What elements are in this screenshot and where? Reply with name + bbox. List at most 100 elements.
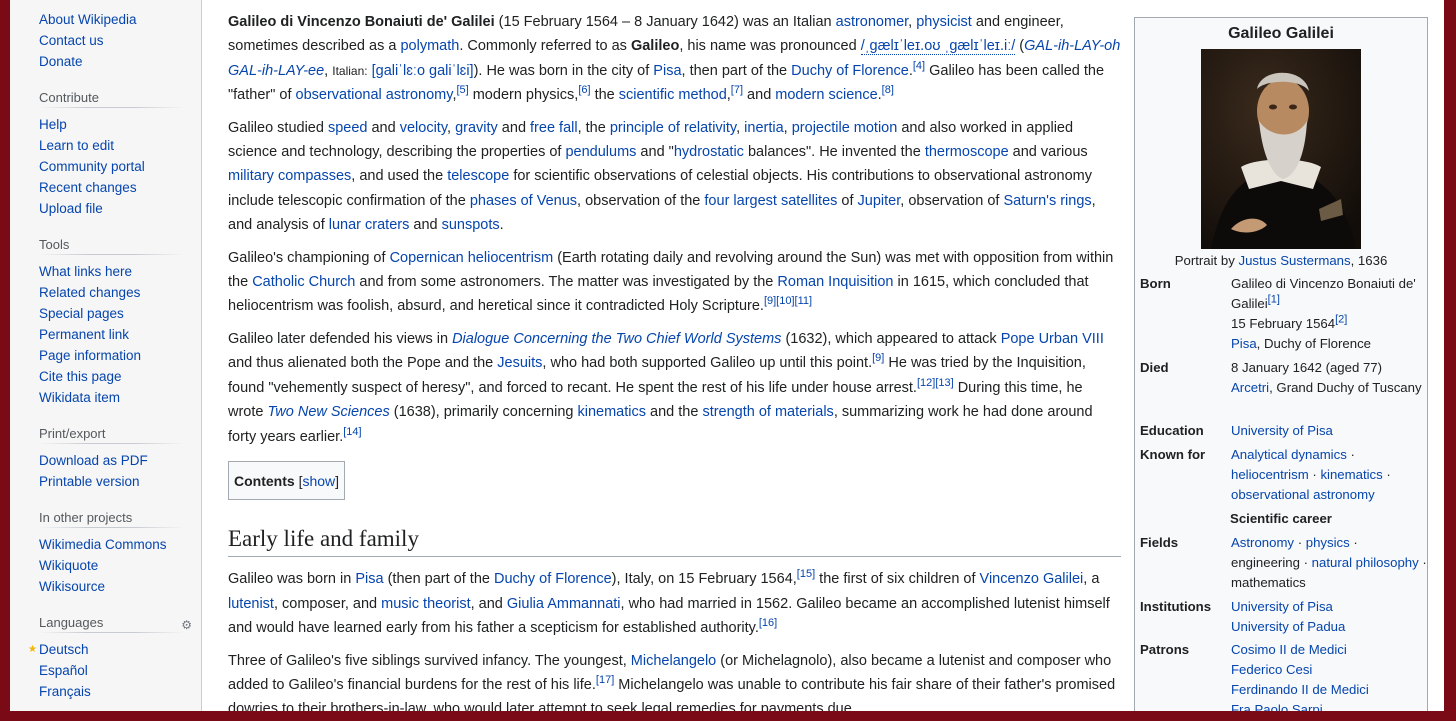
link-strength-of-materials[interactable]: strength of materials [702, 404, 833, 420]
link-physicist[interactable]: physicist [916, 14, 972, 30]
link-heliocentrism[interactable]: heliocentrism [1231, 467, 1309, 482]
link-phases-of-venus[interactable]: phases of Venus [470, 193, 577, 209]
link-pisa-2[interactable]: Pisa [355, 571, 383, 587]
ref-7[interactable]: [7] [731, 84, 743, 96]
link-principle-of-relativity[interactable]: principle of relativity [610, 120, 736, 136]
link-univ-padua[interactable]: University of Padua [1231, 619, 1345, 634]
link-gravity[interactable]: gravity [455, 120, 498, 136]
link-speed[interactable]: speed [328, 120, 368, 136]
link-analytical-dynamics[interactable]: Analytical dynamics [1231, 447, 1347, 462]
sidebar-link-download-pdf[interactable]: Download as PDF [10, 450, 200, 471]
link-copernican-heliocentrism[interactable]: Copernican heliocentrism [390, 250, 554, 266]
link-education-pisa[interactable]: University of Pisa [1231, 423, 1333, 438]
link-duchy-of-florence[interactable]: Duchy of Florence [791, 63, 909, 79]
link-four-largest-satellites[interactable]: four largest satellites [704, 193, 837, 209]
link-observational-astronomy-infobox[interactable]: observational astronomy [1231, 487, 1375, 502]
link-lutenist[interactable]: lutenist [228, 596, 274, 612]
link-arcetri[interactable]: Arcetri [1231, 380, 1269, 395]
link-astronomy[interactable]: Astronomy [1231, 535, 1294, 550]
toc-show-toggle[interactable]: show [302, 473, 335, 489]
link-velocity[interactable]: velocity [400, 120, 447, 136]
sidebar-link-lang-deutsch[interactable]: Deutsch [10, 639, 200, 660]
sidebar-link-wikiquote[interactable]: Wikiquote [10, 555, 200, 576]
link-born-pisa[interactable]: Pisa [1231, 336, 1257, 351]
sidebar-link-community-portal[interactable]: Community portal [10, 156, 200, 177]
link-federico-cesi[interactable]: Federico Cesi [1231, 662, 1312, 677]
sidebar-link-cite-this-page[interactable]: Cite this page [10, 366, 200, 387]
ref-5[interactable]: [5] [456, 84, 468, 96]
sidebar-link-upload-file[interactable]: Upload file [10, 198, 200, 219]
link-pisa[interactable]: Pisa [653, 63, 681, 79]
sidebar-link-wikidata-item[interactable]: Wikidata item [10, 387, 200, 408]
ref-14[interactable]: [14] [343, 426, 361, 438]
link-astronomer[interactable]: astronomer [836, 14, 909, 30]
link-inertia[interactable]: inertia [744, 120, 784, 136]
sidebar-link-wikimedia-commons[interactable]: Wikimedia Commons [10, 534, 200, 555]
link-military-compasses[interactable]: military compasses [228, 168, 351, 184]
gear-icon[interactable]: ⚙ [181, 615, 192, 635]
ref-2[interactable]: [2] [1335, 314, 1347, 326]
link-music-theorist[interactable]: music theorist [381, 596, 470, 612]
ref-15[interactable]: [15] [797, 568, 815, 580]
link-kinematics-infobox[interactable]: kinematics [1320, 467, 1382, 482]
sidebar-link-donate[interactable]: Donate [10, 51, 200, 72]
link-jupiter[interactable]: Jupiter [858, 193, 901, 209]
link-kinematics[interactable]: kinematics [578, 404, 647, 420]
ref-17[interactable]: [17] [596, 674, 614, 686]
link-free-fall[interactable]: free fall [530, 120, 578, 136]
link-natural-philosophy[interactable]: natural philosophy [1312, 555, 1419, 570]
link-lunar-craters[interactable]: lunar craters [329, 217, 410, 233]
ref-4[interactable]: [4] [913, 60, 925, 72]
sidebar-link-about[interactable]: About Wikipedia [10, 9, 200, 30]
link-observational-astronomy[interactable]: observational astronomy [296, 87, 453, 103]
ipa-pronunciation[interactable]: /ˌɡælɪˈleɪ.oʊ ˌɡælɪˈleɪ.iː/ [860, 38, 1016, 56]
link-two-new-sciences[interactable]: Two New Sciences [268, 404, 390, 420]
portrait-image[interactable] [1201, 49, 1361, 249]
sidebar-link-learn-to-edit[interactable]: Learn to edit [10, 135, 200, 156]
sidebar-link-lang-francais[interactable]: Français [10, 681, 200, 702]
link-modern-science[interactable]: modern science [775, 87, 877, 103]
link-hydrostatic[interactable]: hydrostatic [674, 144, 744, 160]
sidebar-link-page-information[interactable]: Page information [10, 345, 200, 366]
ref-16[interactable]: [16] [759, 617, 777, 629]
ref-1[interactable]: [1] [1268, 294, 1280, 306]
sidebar-link-what-links-here[interactable]: What links here [10, 261, 200, 282]
link-roman-inquisition[interactable]: Roman Inquisition [777, 274, 893, 290]
refs-12-13[interactable]: [12][13] [917, 377, 954, 389]
ref-8[interactable]: [8] [882, 84, 894, 96]
link-saturns-rings[interactable]: Saturn's rings [1003, 193, 1091, 209]
link-sunspots[interactable]: sunspots [442, 217, 500, 233]
link-justus-sustermans[interactable]: Justus Sustermans [1238, 253, 1350, 268]
link-dialogue[interactable]: Dialogue Concerning the Two Chief World … [452, 331, 781, 347]
link-projectile-motion[interactable]: projectile motion [792, 120, 898, 136]
link-pendulums[interactable]: pendulums [565, 144, 636, 160]
sidebar-link-special-pages[interactable]: Special pages [10, 303, 200, 324]
link-pope-urban-viii[interactable]: Pope Urban VIII [1001, 331, 1104, 347]
sidebar-link-permanent-link[interactable]: Permanent link [10, 324, 200, 345]
link-thermoscope[interactable]: thermoscope [925, 144, 1009, 160]
link-scientific-method[interactable]: scientific method [619, 87, 727, 103]
link-ferdinando-ii[interactable]: Ferdinando II de Medici [1231, 682, 1369, 697]
ref-6[interactable]: [6] [578, 84, 590, 96]
sidebar-link-printable-version[interactable]: Printable version [10, 471, 200, 492]
link-catholic-church[interactable]: Catholic Church [252, 274, 355, 290]
link-vincenzo-galilei[interactable]: Vincenzo Galilei [980, 571, 1084, 587]
link-giulia-ammannati[interactable]: Giulia Ammannati [507, 596, 621, 612]
sidebar-link-contact[interactable]: Contact us [10, 30, 200, 51]
refs-9-10-11[interactable]: [9][10][11] [764, 296, 812, 308]
sidebar-link-help[interactable]: Help [10, 114, 200, 135]
link-duchy-of-florence-2[interactable]: Duchy of Florence [494, 571, 612, 587]
link-physics[interactable]: physics [1306, 535, 1350, 550]
link-cosimo-ii[interactable]: Cosimo II de Medici [1231, 642, 1347, 657]
ipa-italian[interactable]: [ɡaliˈlɛːo ɡaliˈlɛi] [372, 63, 474, 79]
sidebar-link-wikisource[interactable]: Wikisource [10, 576, 200, 597]
link-univ-pisa[interactable]: University of Pisa [1231, 599, 1333, 614]
link-polymath[interactable]: polymath [400, 38, 459, 54]
sidebar-link-recent-changes[interactable]: Recent changes [10, 177, 200, 198]
link-michelangelo[interactable]: Michelangelo [631, 653, 716, 669]
ref-9[interactable]: [9] [872, 352, 884, 364]
sidebar-link-related-changes[interactable]: Related changes [10, 282, 200, 303]
link-paolo-sarpi[interactable]: Fra Paolo Sarpi [1231, 702, 1323, 711]
link-telescope[interactable]: telescope [447, 168, 509, 184]
sidebar-link-lang-espanol[interactable]: Español [10, 660, 200, 681]
